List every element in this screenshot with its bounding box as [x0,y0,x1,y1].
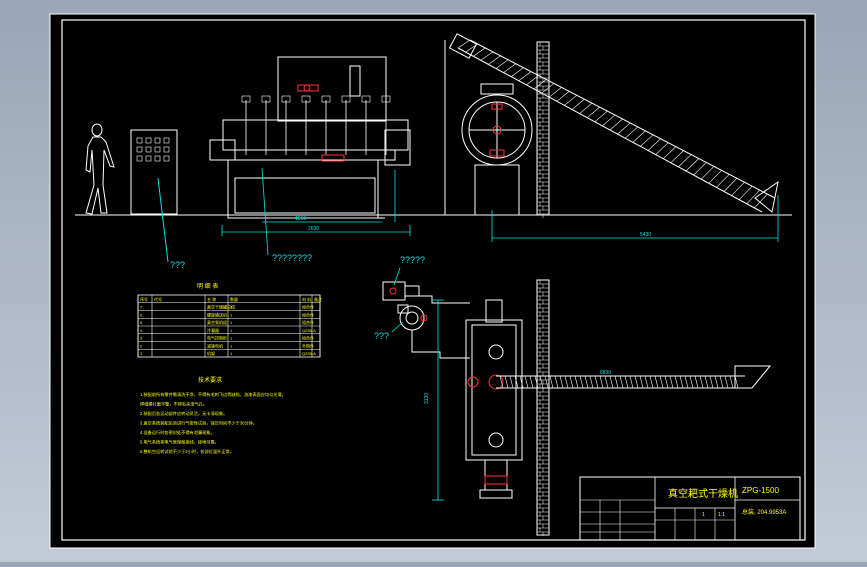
notes-line: 6.整机空运转试验不少于2小时，各部位温升正常。 [140,448,234,455]
machine-callout-label: ???????? [272,253,312,263]
parts-table-title: 明 细 表 [197,282,218,290]
notes-line: 2.装配后各运动部件应转动灵活，无卡滞现象。 [140,410,227,417]
dim-frame-width: 1550 [295,216,306,222]
parts-table-cell: 组合件 [302,304,314,310]
notes-line: 4.设备运行时各密封处不得有泄漏现象。 [140,429,215,436]
notes-line: 焊缝需打磨平整，不得有夹渣气孔。 [140,401,207,408]
parts-table-header-cell: 名 称 [207,296,216,302]
dim-tank-height: 3130 [424,393,430,404]
title-block-subtitle: 总装, 204.9953A [742,508,786,516]
parts-table-header-cell: 数量 [230,296,238,302]
drawing-canvas: ??? 2630 1550 ???????? 5430 明 细 表 序号 代号 … [49,13,816,549]
cabinet-callout-label: ??? [170,260,185,270]
parts-table-cell: 减速电机 [207,342,223,348]
title-block-title: 真空耙式干燥机 [668,487,738,500]
title-block-scale: 1:1 [718,512,725,518]
motor-callout-label: ????? [400,255,425,265]
parts-table-header-cell: 代号 [154,296,162,302]
parts-table-cell: 组合件 [302,335,314,341]
notes-line: 3.真空系统装配后须进行气密性试验，保压时间不少于30分钟。 [140,420,257,427]
notes-line: 1.装配前所有零件需清洗干净，不得有毛刺飞边等缺陷，油漆表面应均匀光滑。 [140,391,286,398]
parts-table-cell: 组合件 [302,311,314,317]
dim-overall-length: 6830 [600,370,611,376]
dim-machine-width: 2630 [308,226,319,232]
notes-title: 技术要求 [198,376,222,384]
notes-line: 5.电气系统按电气原理图接线，接地可靠。 [140,439,219,446]
parts-table-cell: 真空泵机组 [207,319,227,325]
title-block-sheet: 1 [702,512,705,518]
title-block-code: ZPG-1500 [742,486,779,495]
parts-table-cell: 外购件 [302,342,314,348]
parts-table-cell: Q235-A [302,351,316,356]
drawing-sheet [50,14,815,548]
hopper-callout-label: ??? [374,331,389,341]
parts-table-cell: 机架 [207,350,215,356]
cad-viewport[interactable]: ??? 2630 1550 ???????? 5430 明 细 表 序号 代号 … [0,0,867,562]
parts-table-cell: Q235-A [302,328,316,333]
dim-conveyor-length: 5430 [640,232,651,238]
parts-table-header-cell: 备注 [314,296,322,302]
parts-table-cell: 组合件 [302,319,314,325]
parts-table-header-cell: 材 料 [302,296,311,302]
parts-table-cell: 电气控制柜 [207,335,227,341]
parts-table-header-cell: 序号 [140,296,148,302]
parts-table-cell: 螺旋输送机 [207,311,227,317]
parts-table-cell: 冷凝器 [207,327,219,333]
